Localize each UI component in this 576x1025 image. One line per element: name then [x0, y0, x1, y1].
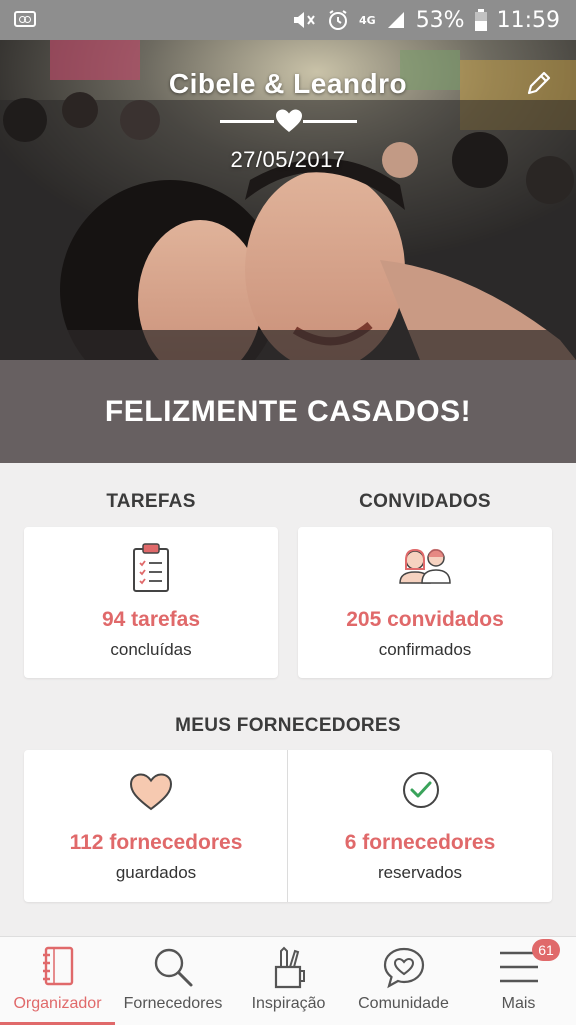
- guests-count: 205 convidados: [346, 608, 504, 631]
- vendors-card: 112 fornecedores guardados 6 fornecedore…: [24, 750, 552, 902]
- married-banner: FELIZMENTE CASADOS!: [0, 360, 576, 463]
- tasks-card[interactable]: 94 tarefas concluídas: [24, 527, 278, 678]
- status-icons: 4G 53% 11:59: [291, 0, 560, 40]
- nav-fornecedores[interactable]: Fornecedores: [115, 937, 231, 1025]
- heart-divider: [220, 109, 357, 132]
- saved-vendors-subtitle: guardados: [115, 863, 197, 882]
- couple-names: Cibele & Leandro: [168, 68, 408, 99]
- search-icon: [154, 948, 193, 987]
- saved-vendors[interactable]: 112 fornecedores guardados: [24, 750, 288, 902]
- network-type: 4G: [359, 13, 376, 27]
- tasks-subtitle: concluídas: [110, 640, 192, 659]
- pencil-cup-icon: [274, 946, 305, 989]
- booked-vendors-subtitle: reservados: [377, 863, 463, 882]
- nav-fornecedores-label: Fornecedores: [123, 995, 223, 1012]
- voicemail-icon: [14, 11, 36, 27]
- tasks-count: 94 tarefas: [101, 608, 201, 631]
- booked-vendors-count: 6 fornecedores: [344, 831, 496, 854]
- nav-mais[interactable]: 61 Mais: [461, 937, 576, 1025]
- edit-pencil-icon[interactable]: [524, 68, 554, 98]
- battery-icon: [474, 9, 487, 31]
- heart-icon: [276, 109, 302, 132]
- mute-icon: [294, 12, 315, 28]
- guests-card[interactable]: 205 convidados confirmados: [298, 527, 552, 678]
- wedding-date: 27/05/2017: [230, 147, 346, 172]
- check-circle-icon: [403, 772, 439, 808]
- signal-icon: [387, 12, 404, 28]
- guests-title: CONVIDADOS: [359, 491, 491, 512]
- tasks-title: TAREFAS: [106, 491, 196, 512]
- guests-icon: [399, 548, 451, 584]
- battery-percent: 53%: [415, 7, 465, 33]
- guests-subtitle: confirmados: [378, 640, 472, 659]
- booked-vendors[interactable]: 6 fornecedores reservados: [288, 750, 552, 902]
- nav-organizador-label: Organizador: [13, 995, 102, 1012]
- alarm-icon: [329, 10, 347, 30]
- vendors-title: MEUS FORNECEDORES: [175, 715, 401, 736]
- clock: 11:59: [496, 7, 560, 33]
- chat-heart-icon: [383, 947, 424, 989]
- nav-comunidade-label: Comunidade: [358, 995, 449, 1012]
- nav-comunidade[interactable]: Comunidade: [346, 937, 461, 1025]
- heart-icon: [129, 773, 173, 811]
- married-banner-text: FELIZMENTE CASADOS!: [104, 394, 472, 428]
- couple-photo-header: Cibele & Leandro 27/05/2017: [0, 40, 576, 360]
- nav-inspiracao[interactable]: Inspiração: [231, 937, 346, 1025]
- saved-vendors-count: 112 fornecedores: [69, 831, 243, 854]
- nav-mais-label: Mais: [501, 995, 536, 1012]
- notebook-icon: [42, 946, 73, 986]
- clipboard-checklist-icon: [133, 543, 169, 592]
- nav-organizador[interactable]: Organizador: [0, 937, 115, 1025]
- nav-inspiracao-label: Inspiração: [251, 995, 326, 1012]
- notification-badge: 61: [532, 939, 560, 961]
- status-bar: 4G 53% 11:59: [0, 0, 576, 40]
- bottom-navigation: Organizador Fornecedores Inspiração Comu…: [0, 936, 576, 1025]
